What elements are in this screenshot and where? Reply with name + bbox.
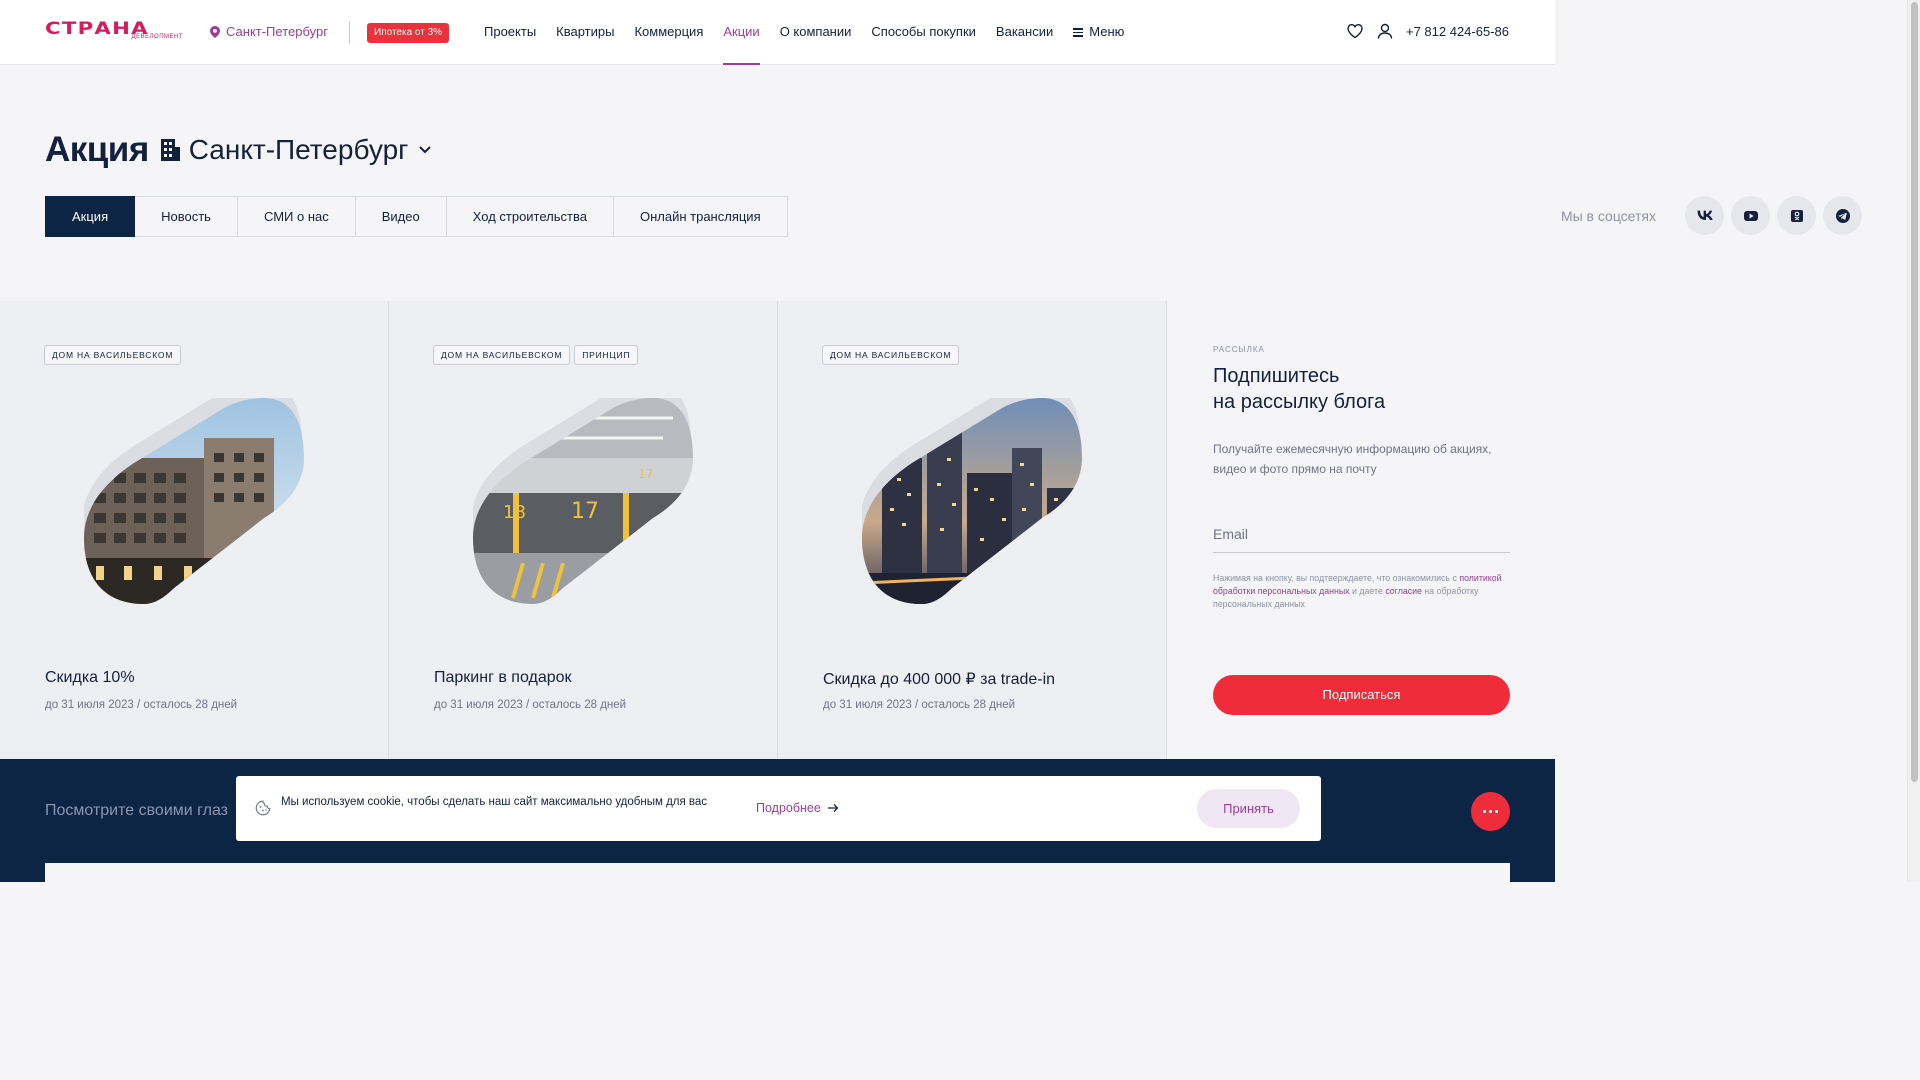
user-icon[interactable] [1376, 22, 1394, 40]
subscribe-eyebrow: РАССЫЛКА [1213, 345, 1265, 354]
main-nav: Проекты Квартиры Коммерция Акции О компа… [484, 0, 1144, 65]
video-caption: Посмотрите своими глаз [45, 802, 229, 819]
dot-icon [1489, 810, 1492, 813]
svg-text:17: 17 [571, 499, 599, 524]
more-options-button[interactable] [1471, 792, 1510, 831]
nav-menu-label: Меню [1089, 24, 1125, 39]
social-links: Мы в соцсетях [1561, 196, 1862, 235]
social-label: Мы в соцсетях [1560, 207, 1656, 224]
phone-number[interactable]: +7 812 424-65-86 [1406, 24, 1509, 39]
card-tags: ДОМ НА ВАСИЛЬЕВСКОМ ПРИНЦИП [433, 345, 639, 365]
scrollbar-thumb[interactable] [1911, 2, 1918, 782]
card-date: до 31 июля 2023 / осталось 28 дней [45, 699, 238, 711]
consent-text: Нажимая на кнопку, вы подтверждаете, что… [1213, 572, 1513, 611]
video-panel [45, 863, 1510, 893]
vk-icon [1697, 210, 1713, 220]
nav-projects[interactable]: Проекты [484, 0, 536, 65]
cookie-text: Мы используем cookie, чтобы сделать наш … [281, 796, 708, 808]
cookie-icon [255, 800, 271, 816]
subscribe-title: Подпишитесь на рассылку блога [1213, 363, 1385, 415]
tab-promotion[interactable]: Акция [45, 196, 136, 237]
mortgage-button[interactable]: Ипотека от 3% [367, 23, 450, 43]
card-tags: ДОМ НА ВАСИЛЬЕВСКОМ [44, 345, 182, 365]
card-tags: ДОМ НА ВАСИЛЬЕВСКОМ [822, 345, 960, 365]
consent-link[interactable]: согласие [1385, 586, 1422, 596]
subscribe-title-line-2: на рассылку блога [1213, 391, 1386, 413]
project-tag: ДОМ НА ВАСИЛЬЕВСКОМ [44, 345, 182, 365]
tab-video[interactable]: Видео [355, 196, 447, 237]
project-tag: ДОМ НА ВАСИЛЬЕВСКОМ [822, 345, 960, 365]
nav-promotions[interactable]: Акции [723, 0, 761, 65]
subscribe-title-line-1: Подпишитесь [1213, 365, 1340, 387]
email-field[interactable] [1213, 515, 1510, 553]
city-dropdown[interactable]: Санкт-Петербург [189, 134, 409, 166]
odnoklassniki-icon [1790, 209, 1803, 222]
nav-vacancies[interactable]: Вакансии [996, 0, 1053, 65]
site-header: СТРАНА ДЕВЕЛОПМЕНТ Санкт-Петербург Ипоте… [0, 0, 1555, 65]
tab-media[interactable]: СМИ о нас [237, 196, 356, 237]
promo-card[interactable]: ДОМ НА ВАСИЛЬЕВСКОМ [0, 301, 389, 759]
header-divider [349, 22, 350, 44]
card-date: до 31 июля 2023 / осталось 28 дней [434, 699, 627, 711]
dot-icon [1495, 810, 1498, 813]
cookie-banner: Мы используем cookie, чтобы сделать наш … [236, 776, 1321, 841]
telegram-icon [1835, 208, 1850, 223]
promo-card[interactable]: ДОМ НА ВАСИЛЬЕВСКОМ ПРИНЦИП 17 18 17 Пар… [389, 301, 778, 759]
youtube-icon [1743, 210, 1758, 221]
dot-icon [1483, 810, 1486, 813]
header-actions: +7 812 424-65-86 [1346, 22, 1509, 40]
card-title: Скидка 10% [45, 669, 135, 686]
subscribe-description: Получайте ежемесячную информацию об акци… [1213, 442, 1492, 476]
subscribe-button[interactable]: Подписаться [1213, 675, 1510, 715]
promo-card[interactable]: ДОМ НА ВАСИЛЬЕВСКОМ [778, 301, 1167, 759]
nav-purchase-methods[interactable]: Способы покупки [871, 0, 976, 65]
building-icon [160, 139, 180, 161]
newsletter-subscribe: РАССЫЛКА Подпишитесь на рассылку блога П… [1167, 301, 1555, 759]
residential-building-image [84, 398, 304, 604]
project-tag: ДОМ НА ВАСИЛЬЕВСКОМ [433, 345, 571, 365]
odnoklassniki-button[interactable] [1777, 196, 1816, 235]
youtube-button[interactable] [1731, 196, 1770, 235]
logo-subtitle: ДЕВЕЛОПМЕНТ [131, 34, 183, 40]
nav-about[interactable]: О компании [780, 0, 852, 65]
telegram-button[interactable] [1823, 196, 1862, 235]
heart-icon[interactable] [1346, 22, 1364, 40]
category-tabs: Акция Новость СМИ о нас Видео Ход строит… [45, 196, 788, 237]
consent-pre: Нажимая на кнопку, вы подтверждаете, что… [1213, 573, 1457, 583]
parking-garage-image: 17 18 17 [473, 398, 693, 604]
company-logo[interactable]: СТРАНА ДЕВЕЛОПМЕНТ [45, 21, 185, 42]
tab-news[interactable]: Новость [135, 196, 238, 237]
city-evening-image [862, 398, 1082, 604]
chevron-down-icon[interactable] [418, 145, 432, 155]
tab-construction-progress[interactable]: Ход строительства [446, 196, 614, 237]
consent-mid: и даете [1352, 586, 1383, 596]
vk-button[interactable] [1685, 196, 1724, 235]
city-label: Санкт-Петербург [226, 24, 328, 39]
card-title: Скидка до 400 000 ₽ за trade-in [823, 671, 1056, 688]
card-title: Паркинг в подарок [434, 669, 572, 686]
burger-menu-icon [1073, 26, 1084, 39]
page-heading: Акция [45, 130, 149, 169]
developer-tag: ПРИНЦИП [574, 345, 639, 365]
svg-text:18: 18 [503, 502, 526, 523]
nav-menu[interactable]: Меню [1073, 0, 1124, 65]
svg-text:17: 17 [638, 467, 653, 481]
promotions-grid: ДОМ НА ВАСИЛЬЕВСКОМ Скидка 10% до 31 июл… [0, 301, 1555, 759]
cookie-accept-button[interactable]: Принять [1197, 789, 1300, 828]
city-selector[interactable]: Санкт-Петербург [210, 24, 328, 39]
card-date: до 31 июля 2023 / осталось 28 дней [823, 699, 1016, 711]
page-scrollbar[interactable] [1907, 0, 1920, 882]
nav-commercial[interactable]: Коммерция [634, 0, 703, 65]
location-pin-icon [210, 25, 220, 38]
cookie-more-label: Подробнее [756, 801, 821, 815]
tab-live-stream[interactable]: Онлайн трансляция [613, 196, 788, 237]
page-title: Акция Санкт-Петербург [45, 130, 432, 170]
nav-apartments[interactable]: Квартиры [556, 0, 614, 65]
cookie-more-link[interactable]: Подробнее [756, 801, 839, 815]
arrow-right-icon [827, 804, 839, 812]
